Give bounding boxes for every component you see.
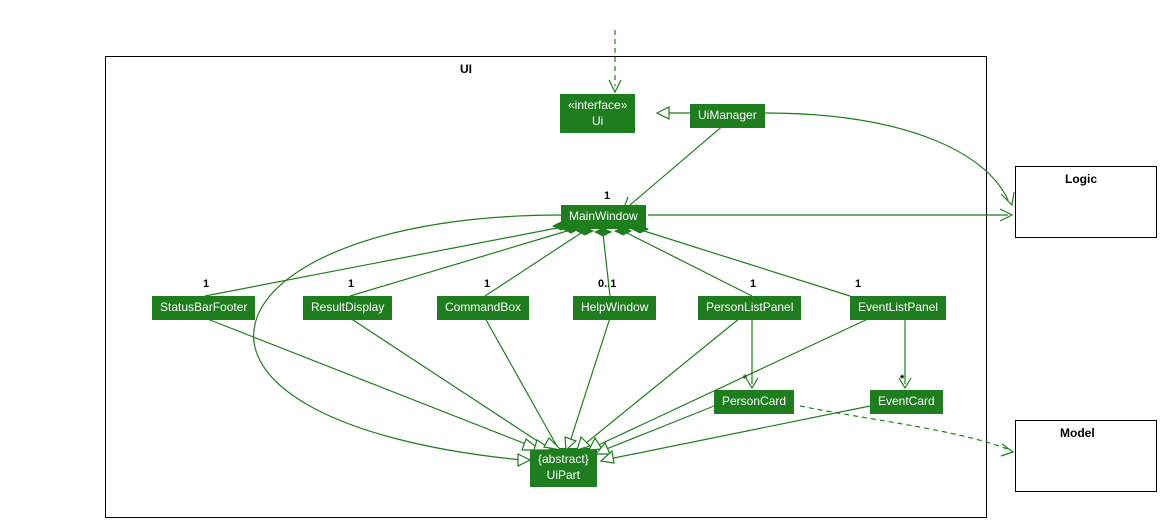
class-ui-part: {abstract} UiPart — [530, 448, 597, 487]
class-help-window-name: HelpWindow — [581, 300, 648, 314]
class-ui-manager: UiManager — [690, 104, 765, 128]
mult-command-box: 1 — [484, 278, 490, 290]
class-main-window: MainWindow — [561, 205, 646, 229]
mult-event-list-panel: 1 — [855, 278, 861, 290]
class-person-list-panel: PersonListPanel — [698, 296, 801, 320]
mult-event-card: * — [900, 373, 904, 385]
mult-status-bar-footer: 1 — [203, 278, 209, 290]
mult-help-window: 0..1 — [598, 278, 616, 290]
class-command-box-name: CommandBox — [445, 300, 521, 314]
package-logic-label: Logic — [1065, 172, 1097, 186]
class-ui-interface: «interface» Ui — [560, 94, 635, 133]
arrow-cards-model — [1001, 444, 1013, 456]
class-command-box: CommandBox — [437, 296, 529, 320]
arrow-mainwindow-logic — [1000, 209, 1012, 221]
class-ui-manager-name: UiManager — [698, 108, 757, 122]
class-person-list-panel-name: PersonListPanel — [706, 300, 793, 314]
class-result-display: ResultDisplay — [303, 296, 392, 320]
class-status-bar-footer-name: StatusBarFooter — [160, 300, 247, 314]
class-event-card: EventCard — [870, 390, 943, 414]
stereotype-interface: «interface» — [568, 98, 627, 112]
class-event-card-name: EventCard — [878, 394, 935, 408]
class-result-display-name: ResultDisplay — [311, 300, 384, 314]
class-status-bar-footer: StatusBarFooter — [152, 296, 255, 320]
stereotype-abstract: {abstract} — [538, 452, 589, 466]
class-help-window: HelpWindow — [573, 296, 656, 320]
mult-main-window: 1 — [604, 190, 610, 202]
class-event-list-panel: EventListPanel — [850, 296, 946, 320]
class-person-card: PersonCard — [714, 390, 794, 414]
mult-person-list-panel: 1 — [750, 278, 756, 290]
class-ui-part-name: UiPart — [547, 468, 580, 482]
package-ui-label: UI — [460, 62, 472, 76]
arrow-uimanager-logic — [1001, 192, 1014, 205]
mult-person-card: * — [743, 373, 747, 385]
package-model-label: Model — [1060, 426, 1095, 440]
mult-result-display: 1 — [348, 278, 354, 290]
class-event-list-panel-name: EventListPanel — [858, 300, 938, 314]
class-person-card-name: PersonCard — [722, 394, 786, 408]
class-ui-interface-name: Ui — [592, 114, 603, 128]
class-main-window-name: MainWindow — [569, 209, 638, 223]
